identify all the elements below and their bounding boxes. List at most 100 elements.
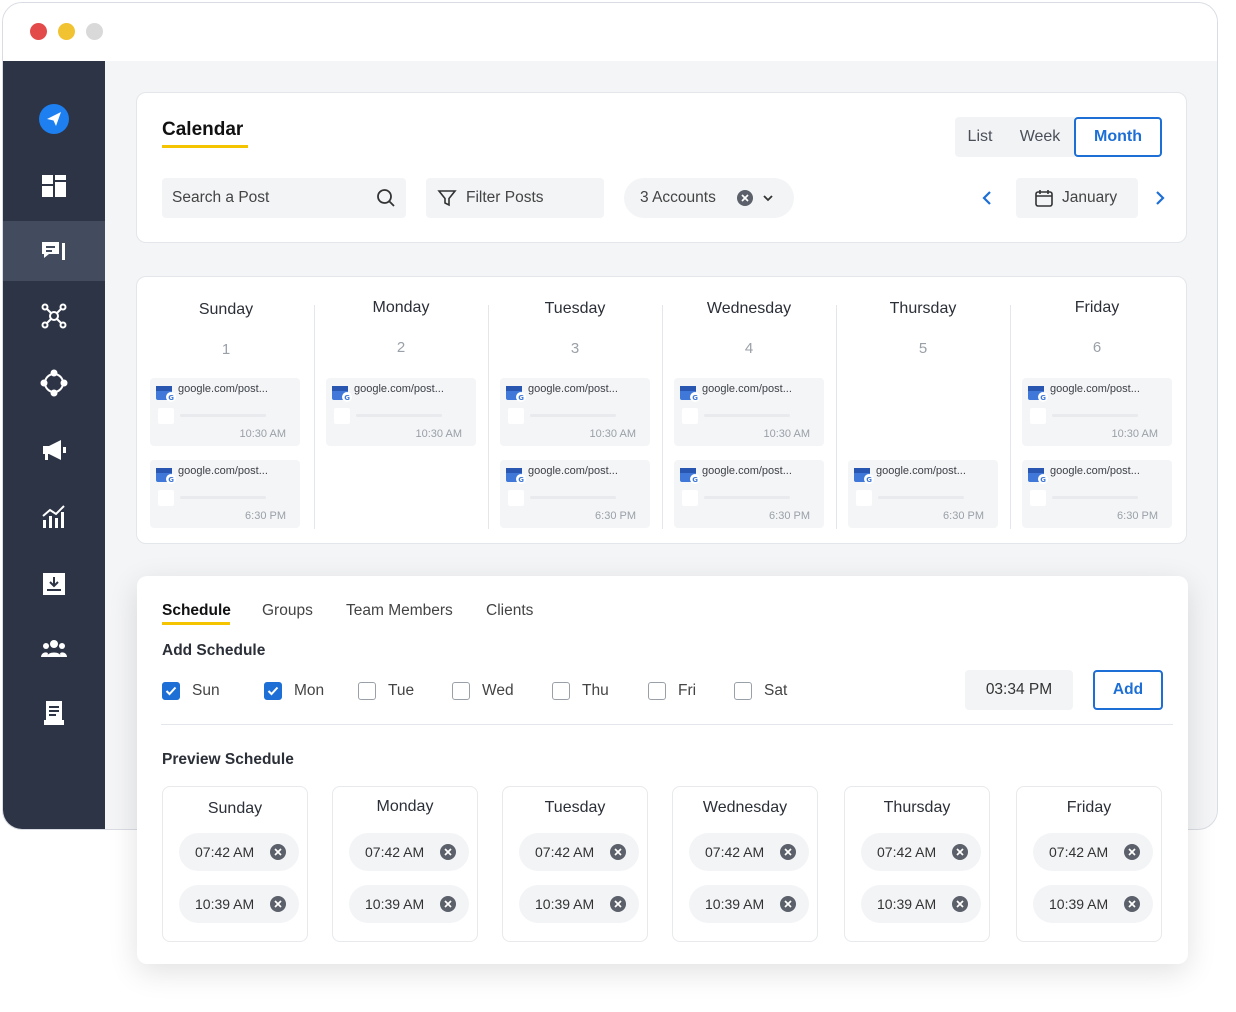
remove-time-icon[interactable] [439,895,457,913]
sidebar [3,61,105,829]
day-name: Sunday [198,301,254,318]
calendar-icon [1035,190,1053,207]
checkbox-sun[interactable]: Sun [162,682,220,700]
checkbox-tue[interactable]: Tue [358,682,414,700]
next-month-icon[interactable] [1153,190,1167,206]
day-number: 6 [1092,339,1102,356]
post-time: 6:30 PM [1117,510,1158,522]
team-icon[interactable] [3,619,105,679]
checkbox-label: Mon [294,682,325,699]
checkbox-empty-icon[interactable] [552,682,570,700]
post-card[interactable]: G google.com/post... 6:30 PM [674,460,824,528]
post-card[interactable]: G google.com/post... 10:30 AM [674,378,824,446]
post-text-placeholder [704,414,790,417]
dashboard-icon[interactable] [3,156,105,216]
network-icon[interactable] [3,286,105,346]
view-month-button[interactable]: Month [1074,117,1162,157]
time-chip-label: 07:42 AM [535,844,595,860]
post-card[interactable]: G google.com/post... 10:30 AM [326,378,476,446]
filter-posts-button[interactable]: Filter Posts [426,178,604,218]
checkbox-empty-icon[interactable] [734,682,752,700]
reports-icon[interactable] [3,683,105,743]
month-picker[interactable]: January [1016,178,1138,218]
svg-text:G: G [1040,394,1046,402]
post-time: 10:30 AM [239,428,286,440]
svg-text:G: G [168,476,174,484]
post-thumbnail [1030,490,1046,506]
time-input[interactable]: 03:34 PM [965,670,1073,710]
clear-accounts-icon[interactable] [736,189,754,207]
post-card[interactable]: G google.com/post... 10:30 AM [150,378,300,446]
time-chip: 07:42 AM [1033,833,1153,871]
accounts-select[interactable]: 3 Accounts [624,178,794,218]
close-window-button[interactable] [30,23,47,40]
google-business-icon: G [680,386,700,402]
analytics-icon[interactable] [3,487,105,547]
post-card[interactable]: G google.com/post... 6:30 PM [150,460,300,528]
checkbox-empty-icon[interactable] [358,682,376,700]
chevron-down-icon[interactable] [762,193,774,203]
svg-text:G: G [518,476,524,484]
preview-day-thursday: Thursday 07:42 AM 10:39 AM [844,786,990,942]
post-card[interactable]: G google.com/post... 6:30 PM [1022,460,1172,528]
remove-time-icon[interactable] [269,895,287,913]
time-chip: 10:39 AM [349,885,469,923]
checkbox-mon[interactable]: Mon [264,682,324,700]
view-week-button[interactable]: Week [1005,117,1075,157]
title-underline [162,145,248,148]
tab-schedule[interactable]: Schedule [162,602,231,620]
remove-time-icon[interactable] [609,843,627,861]
post-card[interactable]: G google.com/post... 6:30 PM [500,460,650,528]
checkbox-empty-icon[interactable] [452,682,470,700]
checkbox-checked-icon[interactable] [264,682,282,700]
remove-time-icon[interactable] [951,843,969,861]
checkbox-sat[interactable]: Sat [734,682,787,700]
day-number: 5 [918,340,928,357]
remove-time-icon[interactable] [779,843,797,861]
post-card[interactable]: G google.com/post... 10:30 AM [500,378,650,446]
search-icon[interactable] [376,188,396,208]
inbox-download-icon[interactable] [3,554,105,614]
search-input[interactable]: Search a Post [162,178,406,218]
view-list-button[interactable]: List [955,117,1005,157]
day-name: Wednesday [706,300,792,317]
remove-time-icon[interactable] [951,895,969,913]
tab-groups[interactable]: Groups [262,602,313,620]
post-card[interactable]: G google.com/post... 10:30 AM [1022,378,1172,446]
post-time: 10:30 AM [415,428,462,440]
svg-text:G: G [168,394,174,402]
post-text-placeholder [530,496,616,499]
checkbox-fri[interactable]: Fri [648,682,696,700]
preview-day-name: Sunday [207,800,263,817]
post-url: google.com/post... [528,465,618,477]
checkbox-thu[interactable]: Thu [552,682,609,700]
posts-icon[interactable] [3,221,105,281]
preview-day-name: Wednesday [702,799,788,816]
remove-time-icon[interactable] [439,843,457,861]
calendar-header-card: Calendar List Week Month Search a Post F… [136,92,1187,243]
megaphone-icon[interactable] [3,420,105,480]
checkbox-wed[interactable]: Wed [452,682,514,700]
remove-time-icon[interactable] [1123,895,1141,913]
maximize-window-button[interactable] [86,23,103,40]
minimize-window-button[interactable] [58,23,75,40]
add-button[interactable]: Add [1093,670,1163,710]
integrations-icon[interactable] [3,353,105,413]
post-text-placeholder [180,496,266,499]
tab-clients[interactable]: Clients [486,602,533,620]
divider [161,724,1173,725]
tab-team-members[interactable]: Team Members [346,602,453,620]
remove-time-icon[interactable] [609,895,627,913]
post-card[interactable]: G google.com/post... 6:30 PM [848,460,998,528]
previous-month-icon[interactable] [980,190,994,206]
checkbox-empty-icon[interactable] [648,682,666,700]
remove-time-icon[interactable] [779,895,797,913]
time-chip-label: 07:42 AM [365,844,425,860]
time-chip-label: 07:42 AM [1049,844,1109,860]
send-logo-icon[interactable] [3,89,105,149]
remove-time-icon[interactable] [1123,843,1141,861]
remove-time-icon[interactable] [269,843,287,861]
day-name: Monday [372,299,430,316]
post-thumbnail [682,408,698,424]
checkbox-checked-icon[interactable] [162,682,180,700]
